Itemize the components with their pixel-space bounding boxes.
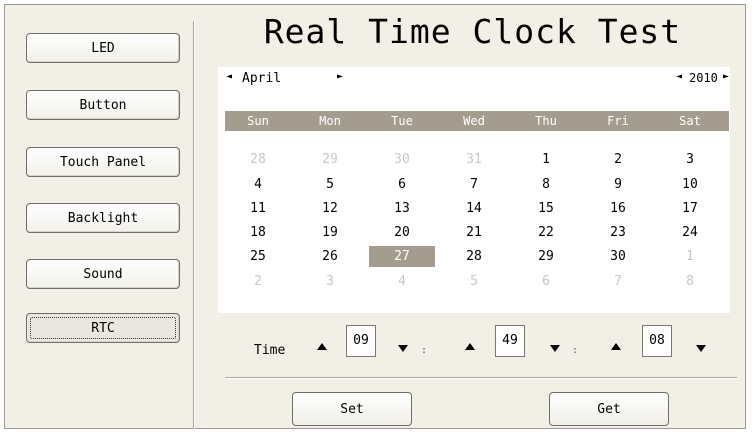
hour-field[interactable]: 09 [346, 325, 376, 357]
sidebar: LED Button Touch Panel Backlight Sound R… [5, 5, 190, 428]
day-cell[interactable]: 15 [513, 198, 579, 219]
weekday-sat: Sat [679, 114, 701, 128]
day-cell[interactable]: 5 [441, 271, 507, 292]
day-cell[interactable]: 3 [297, 271, 363, 292]
weekday-mon: Mon [319, 114, 341, 128]
weekday-header: Sun Mon Tue Wed Thu Fri Sat [225, 111, 729, 131]
hour-down-icon[interactable] [398, 345, 408, 352]
time-label: Time [254, 343, 286, 358]
day-cell[interactable]: 24 [657, 222, 723, 243]
year-label: 2010 [689, 71, 718, 85]
prev-year-icon[interactable]: ◄ [676, 70, 682, 84]
calendar[interactable]: ◄ April ► ◄ 2010 ► Sun Mon Tue Wed Thu Fri Sat… [218, 67, 730, 313]
rtc-test-window: LED Button Touch Panel Backlight Sound R… [4, 4, 746, 429]
page-title: Real Time Clock Test [263, 12, 682, 51]
day-cell[interactable]: 11 [225, 198, 291, 219]
day-cell[interactable]: 8 [657, 271, 723, 292]
day-cell[interactable]: 12 [297, 198, 363, 219]
day-cell[interactable]: 6 [513, 271, 579, 292]
weekday-sun: Sun [247, 114, 269, 128]
weekday-thu: Thu [535, 114, 557, 128]
day-cell[interactable]: 3 [657, 149, 723, 170]
next-month-icon[interactable]: ► [337, 70, 343, 84]
second-up-icon[interactable] [611, 343, 621, 350]
next-year-icon[interactable]: ► [723, 70, 729, 84]
horizontal-divider [225, 377, 737, 379]
time-separator: : [421, 345, 428, 356]
backlight-button[interactable]: Backlight [26, 203, 180, 233]
day-cell[interactable]: 17 [657, 198, 723, 219]
sound-button[interactable]: Sound [26, 259, 180, 289]
set-button[interactable]: Set [292, 392, 412, 426]
day-cell[interactable]: 30 [585, 246, 651, 267]
day-cell[interactable]: 10 [657, 174, 723, 195]
led-button[interactable]: LED [26, 33, 180, 63]
second-down-icon[interactable] [696, 345, 706, 352]
day-cell[interactable]: 25 [225, 246, 291, 267]
day-cell[interactable]: 30 [369, 149, 435, 170]
minute-down-icon[interactable] [550, 345, 560, 352]
touch-panel-button[interactable]: Touch Panel [26, 147, 180, 177]
day-cell[interactable]: 18 [225, 222, 291, 243]
day-cell[interactable]: 4 [225, 174, 291, 195]
day-cell[interactable]: 29 [513, 246, 579, 267]
day-cell[interactable]: 2 [225, 271, 291, 292]
day-cell[interactable]: 19 [297, 222, 363, 243]
button-test-button[interactable]: Button [26, 90, 180, 120]
day-cell[interactable]: 6 [369, 174, 435, 195]
vertical-divider [193, 21, 195, 429]
minute-field[interactable]: 49 [495, 325, 525, 357]
prev-month-icon[interactable]: ◄ [226, 70, 232, 84]
day-cell[interactable]: 29 [297, 149, 363, 170]
weekday-fri: Fri [607, 114, 629, 128]
day-cell[interactable]: 1 [513, 149, 579, 170]
day-cell[interactable]: 16 [585, 198, 651, 219]
calendar-header: ◄ April ► ◄ 2010 ► [218, 67, 730, 91]
day-cell[interactable]: 21 [441, 222, 507, 243]
get-button[interactable]: Get [549, 392, 669, 426]
second-field[interactable]: 08 [642, 325, 672, 357]
day-cell[interactable]: 26 [297, 246, 363, 267]
day-cell[interactable]: 31 [441, 149, 507, 170]
weekday-wed: Wed [463, 114, 485, 128]
day-cell[interactable]: 5 [297, 174, 363, 195]
day-cell[interactable]: 4 [369, 271, 435, 292]
selected-day-cell[interactable]: 27 [369, 246, 435, 267]
weekday-tue: Tue [391, 114, 413, 128]
day-cell[interactable]: 13 [369, 198, 435, 219]
day-cell[interactable]: 28 [441, 246, 507, 267]
day-cell[interactable]: 7 [441, 174, 507, 195]
day-cell[interactable]: 23 [585, 222, 651, 243]
day-cell[interactable]: 9 [585, 174, 651, 195]
rtc-button[interactable]: RTC [26, 313, 180, 343]
minute-up-icon[interactable] [465, 343, 475, 350]
month-label: April [242, 71, 282, 86]
rtc-panel: Real Time Clock Test ◄ April ► ◄ 2010 ► … [200, 5, 745, 428]
day-cell[interactable]: 28 [225, 149, 291, 170]
day-cell[interactable]: 8 [513, 174, 579, 195]
day-cell[interactable]: 7 [585, 271, 651, 292]
hour-up-icon[interactable] [317, 343, 327, 350]
day-cell[interactable]: 20 [369, 222, 435, 243]
day-cell[interactable]: 14 [441, 198, 507, 219]
day-cell[interactable]: 2 [585, 149, 651, 170]
day-cell[interactable]: 1 [657, 246, 723, 267]
time-separator: : [572, 345, 579, 356]
day-cell[interactable]: 22 [513, 222, 579, 243]
